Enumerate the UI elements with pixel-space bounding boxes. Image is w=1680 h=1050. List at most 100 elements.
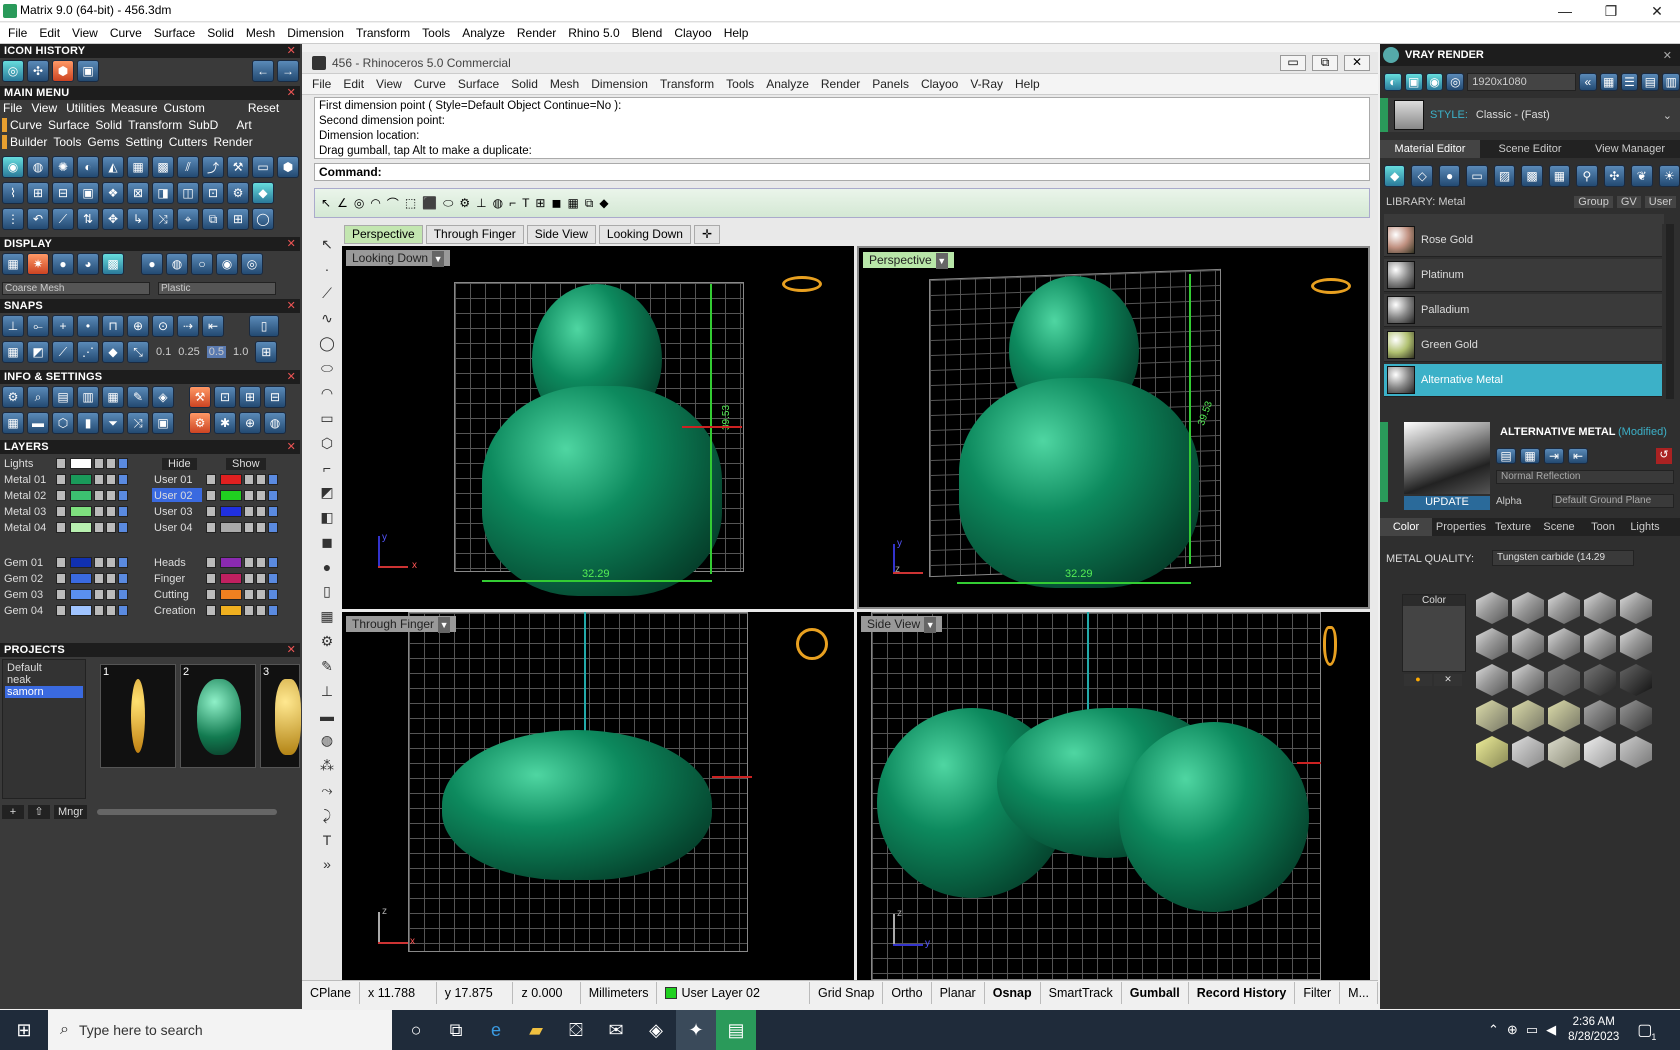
circle-icon[interactable]: ◯ xyxy=(319,335,335,352)
status-record-history[interactable]: Record History xyxy=(1189,981,1296,1004)
status-layer[interactable]: User Layer 02 xyxy=(657,981,811,1004)
snap-icon[interactable]: ◆ xyxy=(102,341,124,363)
mm-utilities[interactable]: Utilities xyxy=(63,101,108,115)
rmenu-vray[interactable]: V-Ray xyxy=(964,74,1009,95)
snap-value[interactable]: 0.5 xyxy=(206,346,227,358)
status-planar[interactable]: Planar xyxy=(932,981,985,1004)
preview-tool-icon[interactable]: ▤ xyxy=(1496,448,1516,464)
project-thumb[interactable]: 1 xyxy=(100,664,176,768)
render-interactive-icon[interactable]: ◉ xyxy=(1425,73,1444,91)
rmenu-render[interactable]: Render xyxy=(815,74,866,95)
gem-icon[interactable]: ◇ xyxy=(1411,165,1433,187)
update-button[interactable]: UPDATE xyxy=(1404,496,1490,510)
mm-gems[interactable]: Gems xyxy=(84,135,122,149)
grid-icon[interactable]: ▦ xyxy=(567,196,578,210)
mm-custom[interactable]: Custom xyxy=(161,101,208,115)
gem-layer-row[interactable]: Gem 04 xyxy=(4,603,128,618)
edge-browser-icon[interactable]: e xyxy=(476,1010,516,1050)
snap-icon[interactable]: ⊕ xyxy=(127,315,149,337)
mm-tools[interactable]: Tools xyxy=(50,135,84,149)
info-icon[interactable]: ✎ xyxy=(127,386,149,408)
display-mode-icon[interactable]: ▦ xyxy=(2,253,24,275)
rmenu-help[interactable]: Help xyxy=(1009,74,1046,95)
box-icon[interactable]: ⬛ xyxy=(422,196,437,210)
material-item[interactable]: Green Gold xyxy=(1384,329,1662,362)
menu-analyze[interactable]: Analyze xyxy=(456,23,511,44)
menu-clayoo[interactable]: Clayoo xyxy=(668,23,717,44)
select-icon[interactable]: ↖ xyxy=(321,196,331,210)
sphere-icon[interactable]: ● xyxy=(323,559,331,575)
info-icon[interactable]: ▦ xyxy=(102,386,124,408)
ruler-icon[interactable]: ▬ xyxy=(320,708,334,724)
taskbar-search[interactable]: ⌕ Type here to search xyxy=(48,1010,392,1050)
user-button[interactable]: User xyxy=(1644,196,1676,208)
snap-toggle-icon[interactable]: ▯ xyxy=(249,315,279,337)
gv-button[interactable]: GV xyxy=(1616,196,1641,208)
subtab-properties[interactable]: Properties xyxy=(1432,518,1490,536)
display-mode-icon[interactable]: ▩ xyxy=(102,253,124,275)
fillet-icon[interactable]: ⌐ xyxy=(323,460,331,476)
mm-art[interactable]: Art xyxy=(233,118,254,132)
snap-value[interactable]: 0.25 xyxy=(178,346,199,358)
menu-surface[interactable]: Surface xyxy=(148,23,201,44)
menu-transform[interactable]: Transform xyxy=(350,23,416,44)
info-icon[interactable]: ⤨ xyxy=(127,412,149,434)
matrix-app-icon[interactable]: ▤ xyxy=(716,1010,756,1050)
viewport-side-view[interactable]: z y Side View ▼ xyxy=(857,612,1370,980)
viewport-label-side-view[interactable]: Side View ▼ xyxy=(861,616,943,633)
tab-perspective[interactable]: Perspective xyxy=(344,224,423,244)
layer-row[interactable]: Metal 02 xyxy=(4,488,128,503)
metal-quality-select[interactable]: Tungsten carbide (14.29 xyxy=(1492,550,1634,566)
material-ball-icon[interactable]: ● xyxy=(141,253,163,275)
text-icon[interactable]: T xyxy=(323,832,332,848)
rmenu-surface[interactable]: Surface xyxy=(452,74,505,95)
fillet-icon[interactable]: ⌐ xyxy=(509,196,516,210)
polyline-icon[interactable]: ∠ xyxy=(337,196,348,210)
layer-lights[interactable]: Lights xyxy=(4,456,128,471)
layer-row[interactable]: Metal 01 xyxy=(4,472,128,487)
gem-layer-row[interactable]: Gem 02 xyxy=(4,571,128,586)
fabric-icon[interactable]: ▦ xyxy=(1548,165,1571,187)
polygon-icon[interactable]: ⬡ xyxy=(321,435,333,452)
rmenu-mesh[interactable]: Mesh xyxy=(544,74,585,95)
info-icon[interactable]: ⊡ xyxy=(214,386,236,408)
layer-row[interactable]: User 01 xyxy=(154,472,278,487)
gem-layer-row[interactable]: Cutting xyxy=(154,587,278,602)
status-cplane[interactable]: CPlane xyxy=(302,981,360,1004)
status-more[interactable]: M... xyxy=(1340,981,1378,1004)
snap-value[interactable]: 0.1 xyxy=(156,346,171,358)
more-icon[interactable]: » xyxy=(323,856,331,872)
metal-preset-icon[interactable] xyxy=(1512,628,1544,660)
tool-icon[interactable]: ⊞ xyxy=(27,182,49,204)
viewport-label-perspective[interactable]: Perspective ▼ xyxy=(863,252,954,269)
arc-icon[interactable]: ◠ xyxy=(370,196,380,210)
info-icon[interactable]: ▣ xyxy=(152,412,174,434)
mail-icon[interactable]: ✉ xyxy=(596,1010,636,1050)
info-icon[interactable]: ⌕ xyxy=(27,386,49,408)
surface-icon[interactable]: ◩ xyxy=(320,484,333,501)
file-explorer-icon[interactable]: ▰ xyxy=(516,1010,556,1050)
mm-cutters[interactable]: Cutters xyxy=(166,135,211,149)
metal-preset-icon[interactable] xyxy=(1476,736,1508,768)
project-thumb[interactable]: 2 xyxy=(180,664,256,768)
history-back-icon[interactable]: ← xyxy=(252,60,274,82)
gem-layer-row[interactable]: Gem 03 xyxy=(4,587,128,602)
layer-row-selected[interactable]: User 02 xyxy=(154,488,278,503)
boolean-icon[interactable]: ◍ xyxy=(321,732,333,749)
status-smarttrack[interactable]: SmartTrack xyxy=(1041,981,1122,1004)
rmenu-clayoo[interactable]: Clayoo xyxy=(915,74,964,95)
gem-layer-row[interactable]: Gem 01 xyxy=(4,555,128,570)
snap-icon[interactable]: • xyxy=(77,315,99,337)
ring-icon[interactable] xyxy=(782,276,822,292)
metal-preset-icon[interactable] xyxy=(1548,592,1580,624)
prev-icon[interactable]: « xyxy=(1578,73,1597,91)
subtab-texture[interactable]: Texture xyxy=(1490,518,1536,536)
menu-mesh[interactable]: Mesh xyxy=(240,23,281,44)
tab-through-finger[interactable]: Through Finger xyxy=(425,224,524,244)
viewport-label-through-finger[interactable]: Through Finger ▼ xyxy=(346,616,457,633)
menu-curve[interactable]: Curve xyxy=(104,23,148,44)
snap-icon[interactable]: ⊓ xyxy=(102,315,124,337)
display-mode-icon[interactable]: ✷ xyxy=(27,253,49,275)
tool-icon[interactable]: ✺ xyxy=(52,156,74,178)
material-item[interactable]: Palladium xyxy=(1384,294,1662,327)
